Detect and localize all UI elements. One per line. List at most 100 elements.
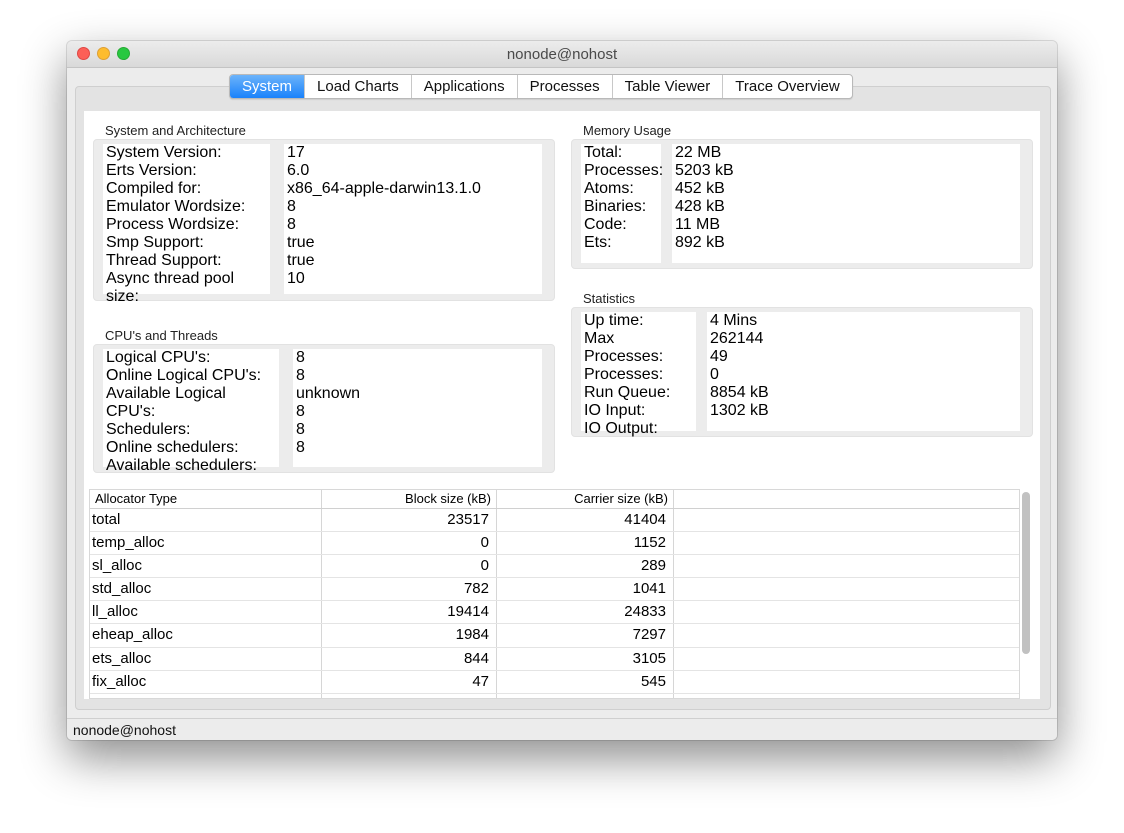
system-tab-content: System and Architecture System Version: …	[84, 111, 1040, 699]
io-output-value: 1302 kB	[710, 402, 769, 419]
tab-system[interactable]: System	[230, 75, 305, 98]
run-queue-value: 0	[710, 366, 719, 383]
cpu-threads-values: 8 8 unknown 8 8 8	[293, 349, 542, 467]
block-size-cell: 0	[322, 555, 497, 578]
cpu-threads-keys: Logical CPU's: Online Logical CPU's: Ava…	[103, 349, 279, 474]
tab-applications[interactable]: Applications	[410, 75, 517, 98]
memory-values: 22 MB 5203 kB 452 kB 428 kB 11 MB 892 kB	[672, 144, 1020, 263]
filler-cell	[674, 578, 1019, 600]
filler-cell	[674, 532, 1019, 554]
col-header-block-size[interactable]: Block size (kB)	[322, 490, 497, 508]
statistics-values: 4 Mins 262144 49 0 8854 kB 1302 kB	[707, 312, 1020, 431]
memory-total-key: Total:	[584, 144, 623, 161]
async-pool-size-value: 10	[287, 270, 305, 287]
allocator-table-header: Allocator Type Block size (kB) Carrier s…	[90, 490, 1019, 509]
available-schedulers-value: 8	[296, 439, 305, 456]
table-row[interactable]: ets_alloc 844 3105	[90, 647, 1019, 671]
filler-cell	[674, 694, 1019, 698]
table-row[interactable]: binary_alloc 424 2849	[90, 693, 1019, 698]
erts-version-value: 6.0	[287, 162, 310, 179]
allocator-type-cell: ets_alloc	[90, 647, 322, 670]
system-arch-keys: System Version: Erts Version: Compiled f…	[103, 144, 270, 305]
memory-binaries-key: Binaries:	[584, 198, 647, 215]
tab-load-charts[interactable]: Load Charts	[304, 75, 411, 98]
carrier-size-cell: 7297	[497, 624, 674, 647]
col-header-filler	[674, 490, 1019, 508]
available-logical-cpus-value: unknown	[296, 385, 361, 402]
table-row[interactable]: ll_alloc 19414 24833	[90, 601, 1019, 625]
up-time-value: 4 Mins	[710, 312, 758, 329]
memory-usage-group: Total: Processes: Atoms: Binaries: Code:…	[571, 139, 1033, 269]
col-header-carrier-size[interactable]: Carrier size (kB)	[497, 490, 674, 508]
table-row[interactable]: sl_alloc 0 289	[90, 555, 1019, 579]
io-input-value: 8854 kB	[710, 384, 769, 401]
compiled-for-key: Compiled for:	[106, 180, 202, 197]
title-bar[interactable]: nonode@nohost	[67, 41, 1057, 68]
cpu-threads-label: CPU's and Threads	[105, 328, 218, 343]
table-row[interactable]: fix_alloc 47 545	[90, 670, 1019, 694]
table-row[interactable]: eheap_alloc 1984 7297	[90, 624, 1019, 648]
status-text: nonode@nohost	[73, 722, 176, 738]
emulator-wordsize-value: 8	[287, 198, 296, 215]
memory-atoms-value: 452 kB	[675, 180, 725, 197]
schedulers-value: 8	[296, 403, 305, 420]
io-output-key: IO Output:	[584, 420, 658, 437]
system-version-key: System Version:	[106, 144, 222, 161]
col-header-allocator-type[interactable]: Allocator Type	[90, 490, 322, 508]
filler-cell	[674, 624, 1019, 646]
compiled-for-value: x86_64-apple-darwin13.1.0	[287, 180, 481, 197]
available-logical-cpus-key: Available Logical CPU's:	[106, 385, 226, 420]
block-size-cell: 782	[322, 578, 497, 601]
memory-usage-label: Memory Usage	[583, 123, 672, 138]
stat-processes-value: 49	[710, 348, 728, 365]
carrier-size-cell: 2849	[497, 693, 674, 698]
memory-ets-value: 892 kB	[675, 234, 725, 251]
carrier-size-cell: 1041	[497, 578, 674, 601]
filler-cell	[674, 509, 1019, 531]
status-bar: nonode@nohost	[67, 718, 1057, 740]
allocator-type-cell: std_alloc	[90, 578, 322, 601]
block-size-cell: 0	[322, 532, 497, 555]
filler-cell	[674, 601, 1019, 623]
process-wordsize-key: Process Wordsize:	[106, 216, 240, 233]
logical-cpus-value: 8	[296, 349, 305, 366]
block-size-cell: 424	[322, 693, 497, 698]
carrier-size-cell: 545	[497, 670, 674, 693]
memory-total-value: 22 MB	[675, 144, 722, 161]
process-wordsize-value: 8	[287, 216, 296, 233]
memory-code-key: Code:	[584, 216, 627, 233]
statistics-keys: Up time: Max Processes: Processes: Run Q…	[581, 312, 696, 437]
memory-processes-value: 5203 kB	[675, 162, 734, 179]
table-row[interactable]: std_alloc 782 1041	[90, 578, 1019, 602]
async-pool-size-key: Async thread pool size:	[106, 270, 235, 305]
online-schedulers-value: 8	[296, 421, 305, 438]
memory-code-value: 11 MB	[675, 216, 721, 233]
system-arch-label: System and Architecture	[105, 123, 246, 138]
table-scrollbar[interactable]	[1022, 492, 1030, 654]
filler-cell	[674, 555, 1019, 577]
allocator-type-cell: fix_alloc	[90, 670, 322, 693]
table-row[interactable]: total 23517 41404	[90, 509, 1019, 533]
window-title: nonode@nohost	[506, 46, 618, 63]
online-logical-cpus-value: 8	[296, 367, 305, 384]
carrier-size-cell: 3105	[497, 647, 674, 670]
allocator-type-cell: eheap_alloc	[90, 624, 322, 647]
tab-trace-overview[interactable]: Trace Overview	[722, 75, 851, 98]
block-size-cell: 19414	[322, 601, 497, 624]
stat-processes-key: Processes:	[584, 366, 664, 383]
emulator-wordsize-key: Emulator Wordsize:	[106, 198, 246, 215]
app-window: nonode@nohost System Load Charts Applica…	[67, 41, 1057, 740]
cpu-threads-group: Logical CPU's: Online Logical CPU's: Ava…	[93, 344, 555, 474]
system-version-value: 17	[287, 144, 305, 161]
allocator-table[interactable]: Allocator Type Block size (kB) Carrier s…	[89, 489, 1020, 699]
statistics-label: Statistics	[583, 291, 636, 306]
tab-processes[interactable]: Processes	[516, 75, 612, 98]
memory-binaries-value: 428 kB	[675, 198, 725, 215]
carrier-size-cell: 24833	[497, 601, 674, 624]
tab-bar: System Load Charts Applications Processe…	[229, 74, 853, 99]
block-size-cell: 1984	[322, 624, 497, 647]
tab-table-viewer[interactable]: Table Viewer	[611, 75, 723, 98]
table-row[interactable]: temp_alloc 0 1152	[90, 532, 1019, 556]
max-processes-key: Max Processes:	[584, 330, 664, 365]
filler-cell	[674, 648, 1019, 670]
